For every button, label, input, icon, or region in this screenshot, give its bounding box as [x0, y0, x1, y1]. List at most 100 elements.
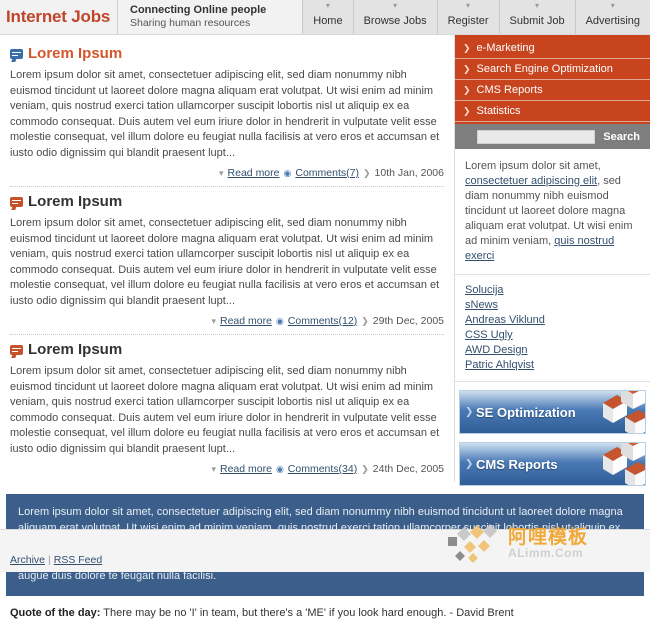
- banner-cms-reports[interactable]: ❯ CMS Reports: [459, 442, 646, 486]
- diamond-pattern-icon: [448, 524, 497, 563]
- nav-label: Advertising: [585, 15, 640, 27]
- content-columns: Lorem Ipsum Lorem ipsum dolor sit amet, …: [0, 35, 650, 486]
- comments-link[interactable]: Comments(7): [295, 167, 359, 179]
- search-input[interactable]: [477, 129, 596, 144]
- tagline-main: Connecting Online people: [130, 4, 267, 16]
- post-title[interactable]: Lorem Ipsum: [10, 193, 444, 210]
- chevron-down-icon: ▾: [466, 1, 471, 10]
- chevron-right-icon: ❯: [362, 167, 371, 178]
- nav-label: Home: [313, 15, 343, 27]
- comment-bubble-icon: [10, 345, 23, 358]
- sidebar-link-andreas-viklund[interactable]: Andreas Viklund: [465, 313, 640, 327]
- post-date: 24th Dec, 2005: [372, 463, 444, 475]
- post-body: Lorem ipsum dolor sit amet, consectetuer…: [10, 365, 440, 455]
- comment-bubble-icon: [10, 49, 23, 62]
- post-meta: ▾ Read more ◉ Comments(12) ❯ 29th Dec, 2…: [10, 315, 444, 332]
- chevron-down-icon: ▾: [219, 167, 224, 178]
- post-body: Lorem ipsum dolor sit amet, consectetuer…: [10, 217, 440, 307]
- post-divider: [10, 186, 444, 187]
- sidebar-item-statistics[interactable]: ❯ Statistics: [455, 101, 650, 122]
- nav-label: Browse Jobs: [363, 15, 427, 27]
- sidebar-link-snews[interactable]: sNews: [465, 298, 640, 312]
- search-button[interactable]: Search: [603, 131, 640, 143]
- read-more-link[interactable]: Read more: [220, 463, 272, 475]
- nav-item-browse-jobs[interactable]: ▾ Browse Jobs: [352, 0, 437, 34]
- chevron-down-icon: ▾: [610, 1, 615, 10]
- cubes-graphic-icon: [603, 443, 645, 485]
- search-bar: Search: [455, 122, 650, 149]
- sidebar-link-patric-ahlqvist[interactable]: Patric Ahlqvist: [465, 358, 640, 372]
- site-tagline: Connecting Online people Sharing human r…: [118, 0, 303, 34]
- post-item: Lorem Ipsum Lorem ipsum dolor sit amet, …: [10, 186, 444, 334]
- post-title-text: Lorem Ipsum: [28, 45, 123, 62]
- quote-of-the-day: Quote of the day: There may be no 'I' in…: [10, 606, 640, 633]
- comment-icon: ◉: [275, 315, 284, 326]
- chevron-down-icon: ▾: [535, 1, 540, 10]
- about-part1: Lorem ipsum dolor sit amet,: [465, 160, 601, 172]
- post-meta: ▾ Read more ◉ Comments(34) ❯ 24th Dec, 2…: [10, 463, 444, 480]
- sidebar: ❯ e-Marketing ❯ Search Engine Optimizati…: [455, 35, 650, 486]
- footer-separator: |: [48, 554, 51, 566]
- nav-label: Submit Job: [509, 15, 565, 27]
- main-content: Lorem Ipsum Lorem ipsum dolor sit amet, …: [0, 35, 455, 482]
- sidebar-about-text: Lorem ipsum dolor sit amet, consectetuer…: [455, 149, 650, 275]
- sidebar-item-cms-reports[interactable]: ❯ CMS Reports: [455, 80, 650, 101]
- watermark-logo: 阿哩模板 ALimm.Com: [446, 518, 646, 568]
- sidebar-item-label: Search Engine Optimization: [476, 63, 613, 75]
- about-link-1[interactable]: consectetuer adipiscing elit: [465, 175, 597, 187]
- post-title-text: Lorem Ipsum: [28, 193, 123, 210]
- post-title-text: Lorem Ipsum: [28, 341, 123, 358]
- chevron-right-icon: ❯: [463, 105, 471, 116]
- post-title[interactable]: Lorem Ipsum: [10, 341, 444, 358]
- post-date: 10th Jan, 2006: [374, 167, 444, 179]
- banner-label: CMS Reports: [476, 456, 558, 472]
- chevron-down-icon: ▾: [211, 315, 216, 326]
- sidebar-link-solucija[interactable]: Solucija: [465, 283, 640, 297]
- post-item: Lorem Ipsum Lorem ipsum dolor sit amet, …: [10, 45, 444, 186]
- chevron-right-icon: ❯: [463, 84, 471, 95]
- chevron-right-icon: ❯: [361, 315, 369, 326]
- comments-link[interactable]: Comments(34): [288, 463, 357, 475]
- chevron-down-icon: ▾: [211, 463, 216, 474]
- read-more-link[interactable]: Read more: [228, 167, 280, 179]
- chevron-down-icon: ▾: [393, 1, 398, 10]
- comment-icon: ◉: [283, 167, 292, 178]
- sidebar-menu: ❯ e-Marketing ❯ Search Engine Optimizati…: [455, 35, 650, 122]
- footer-links: Archive | RSS Feed: [10, 554, 102, 566]
- quote-text: There may be no 'I' in team, but there's…: [100, 607, 514, 619]
- footer-link-archive[interactable]: Archive: [10, 554, 45, 566]
- post-date: 29th Dec, 2005: [372, 315, 444, 327]
- nav-item-advertising[interactable]: ▾ Advertising: [574, 0, 650, 34]
- sidebar-item-seo[interactable]: ❯ Search Engine Optimization: [455, 59, 650, 80]
- chevron-down-icon: ▾: [325, 1, 330, 10]
- sidebar-link-css-ugly[interactable]: CSS Ugly: [465, 328, 640, 342]
- sidebar-link-list: Solucija sNews Andreas Viklund CSS Ugly …: [455, 275, 650, 382]
- nav-item-submit-job[interactable]: ▾ Submit Job: [498, 0, 575, 34]
- sidebar-item-label: e-Marketing: [476, 42, 535, 54]
- read-more-link[interactable]: Read more: [220, 315, 272, 327]
- comment-bubble-icon: [10, 197, 23, 210]
- post-item: Lorem Ipsum Lorem ipsum dolor sit amet, …: [10, 334, 444, 482]
- site-logo-text: Internet Jobs: [6, 7, 111, 26]
- sidebar-link-awd-design[interactable]: AWD Design: [465, 343, 640, 357]
- main-navigation: ▾ Home ▾ Browse Jobs ▾ Register ▾ Submit…: [302, 0, 650, 34]
- comments-link[interactable]: Comments(12): [288, 315, 357, 327]
- comment-icon: ◉: [275, 463, 284, 474]
- quote-label: Quote of the day:: [10, 607, 101, 619]
- footer-link-rss-feed[interactable]: RSS Feed: [54, 554, 102, 566]
- post-meta: ▾ Read more ◉ Comments(7) ❯ 10th Jan, 20…: [10, 167, 444, 184]
- watermark-text: 阿哩模板 ALimm.Com: [508, 528, 588, 559]
- banner-se-optimization[interactable]: ❯ SE Optimization: [459, 390, 646, 434]
- sidebar-item-label: Statistics: [476, 105, 521, 117]
- watermark-en: ALimm.Com: [508, 545, 584, 560]
- sidebar-item-label: CMS Reports: [476, 84, 543, 96]
- watermark-cn: 阿哩模板: [508, 526, 589, 548]
- post-divider: [10, 334, 444, 335]
- nav-item-register[interactable]: ▾ Register: [436, 0, 499, 34]
- site-logo[interactable]: Internet Jobs: [0, 0, 118, 34]
- chevron-right-icon: ❯: [361, 463, 369, 474]
- post-body: Lorem ipsum dolor sit amet, consectetuer…: [10, 69, 440, 159]
- post-title[interactable]: Lorem Ipsum: [10, 45, 444, 62]
- sidebar-item-e-marketing[interactable]: ❯ e-Marketing: [455, 38, 650, 59]
- nav-item-home[interactable]: ▾ Home: [302, 0, 353, 34]
